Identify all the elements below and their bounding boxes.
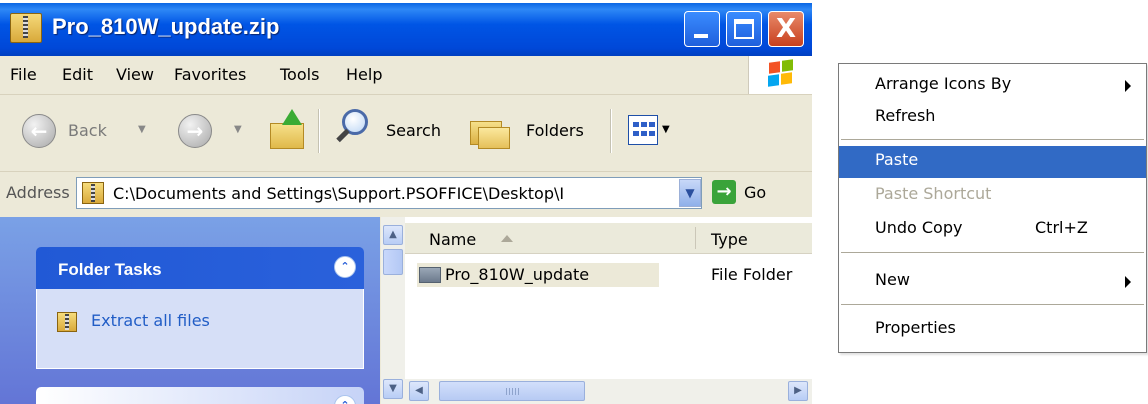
chevron-up-icon[interactable]: ⌃: [334, 256, 356, 278]
task-pane: Folder Tasks ⌃ Extract all files ⌃: [0, 217, 380, 404]
scroll-up-icon[interactable]: ▲: [383, 225, 403, 245]
folder-tasks-body: Extract all files: [36, 289, 364, 369]
back-arrow-icon[interactable]: ←: [22, 114, 56, 148]
scroll-right-icon[interactable]: ▶: [788, 381, 808, 401]
file-list: ▲ ▼ Name Type Pro_810W_update File Folde…: [381, 217, 812, 404]
second-task-header[interactable]: ⌃: [36, 387, 364, 404]
submenu-arrow-icon: [1125, 276, 1131, 288]
address-bar: Address C:\Documents and Settings\Suppor…: [0, 172, 812, 216]
menu-item-label: Undo Copy: [875, 218, 963, 237]
menu-item-new[interactable]: New: [839, 266, 1146, 298]
minimize-icon: [694, 34, 708, 38]
search-button-label[interactable]: Search: [386, 121, 441, 140]
menu-help[interactable]: Help: [346, 65, 382, 84]
menu-item-label: Arrange Icons By: [875, 74, 1012, 93]
submenu-arrow-icon: [1125, 80, 1131, 92]
menu-item-paste[interactable]: Paste: [839, 146, 1146, 178]
scroll-thumb[interactable]: [439, 381, 585, 401]
horizontal-scrollbar[interactable]: ◀ ▶: [405, 379, 812, 404]
search-icon[interactable]: [334, 109, 374, 153]
views-icon[interactable]: [628, 115, 658, 145]
minimize-button[interactable]: [684, 11, 720, 47]
windows-logo-icon: [748, 56, 812, 94]
menu-item-label: Paste: [875, 150, 919, 169]
maximize-button[interactable]: [726, 11, 762, 47]
menu-edit[interactable]: Edit: [62, 65, 93, 84]
menu-separator: [841, 304, 1144, 305]
file-row[interactable]: Pro_810W_update File Folder: [405, 263, 812, 287]
zip-folder-icon: [82, 182, 104, 204]
context-menu: Arrange Icons By Refresh Paste Paste Sho…: [838, 63, 1147, 353]
column-divider[interactable]: [695, 227, 696, 249]
menu-bar: File Edit View Favorites Tools Help: [0, 56, 812, 95]
title-bar[interactable]: Pro_810W_update.zip X: [0, 3, 812, 56]
forward-arrow-icon[interactable]: →: [178, 114, 212, 148]
go-button-label[interactable]: Go: [744, 183, 766, 202]
zip-folder-icon: [10, 13, 42, 43]
close-icon: X: [775, 14, 797, 44]
menu-separator: [841, 139, 1144, 140]
toolbar-separator: [318, 109, 319, 153]
maximize-icon: [734, 19, 754, 39]
column-type-header[interactable]: Type: [711, 230, 748, 249]
back-dropdown-icon[interactable]: ▼: [138, 124, 146, 135]
menu-item-shortcut: Ctrl+Z: [1035, 218, 1088, 237]
folder-tasks-header[interactable]: Folder Tasks ⌃: [36, 247, 364, 289]
scroll-down-icon[interactable]: ▼: [383, 379, 403, 399]
menu-favorites[interactable]: Favorites: [174, 65, 246, 84]
menu-item-refresh[interactable]: Refresh: [839, 102, 1146, 134]
standard-toolbar: ← Back ▼ → ▼ Search Folders ▼: [0, 95, 812, 172]
menu-item-paste-shortcut: Paste Shortcut: [839, 180, 1146, 212]
menu-item-arrange-icons-by[interactable]: Arrange Icons By: [839, 70, 1146, 102]
folders-icon[interactable]: [470, 113, 510, 149]
sort-ascending-icon: [501, 235, 513, 242]
back-button-label[interactable]: Back: [68, 121, 107, 140]
vertical-scrollbar[interactable]: ▲ ▼: [381, 217, 405, 404]
go-arrow-icon[interactable]: →: [712, 180, 736, 204]
address-label: Address: [6, 183, 70, 202]
window-title: Pro_810W_update.zip: [52, 14, 280, 39]
column-name-header[interactable]: Name: [429, 230, 476, 249]
close-button[interactable]: X: [768, 11, 804, 47]
file-type: File Folder: [711, 265, 793, 284]
toolbar-separator: [610, 109, 611, 153]
chevron-up-icon[interactable]: ⌃: [334, 395, 356, 404]
menu-item-label: Properties: [875, 318, 956, 337]
address-dropdown-button[interactable]: ▼: [679, 179, 701, 207]
address-field[interactable]: C:\Documents and Settings\Support.PSOFFI…: [76, 177, 702, 209]
menu-tools[interactable]: Tools: [280, 65, 319, 84]
menu-view[interactable]: View: [116, 65, 154, 84]
folder-icon: [419, 267, 441, 283]
address-value[interactable]: C:\Documents and Settings\Support.PSOFFI…: [113, 184, 564, 203]
views-dropdown-icon[interactable]: ▼: [662, 124, 670, 135]
menu-item-label: Paste Shortcut: [875, 184, 992, 203]
file-name[interactable]: Pro_810W_update: [445, 265, 589, 284]
zip-extract-icon: [57, 312, 77, 332]
forward-dropdown-icon[interactable]: ▼: [234, 124, 242, 135]
scroll-thumb[interactable]: [383, 249, 403, 275]
menu-item-label: Refresh: [875, 106, 936, 125]
menu-item-properties[interactable]: Properties: [839, 314, 1146, 346]
column-header: Name Type: [405, 223, 812, 254]
explorer-window: Pro_810W_update.zip X File Edit View Fav…: [0, 3, 812, 404]
folder-tasks-title: Folder Tasks: [58, 260, 162, 279]
menu-file[interactable]: File: [10, 65, 37, 84]
extract-all-files-label[interactable]: Extract all files: [91, 311, 210, 330]
menu-separator: [841, 252, 1144, 253]
folder-up-icon[interactable]: [270, 109, 306, 149]
folders-button-label[interactable]: Folders: [526, 121, 584, 140]
scroll-left-icon[interactable]: ◀: [409, 381, 429, 401]
menu-item-undo-copy[interactable]: Undo Copy Ctrl+Z: [839, 214, 1146, 246]
menu-item-label: New: [875, 270, 910, 289]
